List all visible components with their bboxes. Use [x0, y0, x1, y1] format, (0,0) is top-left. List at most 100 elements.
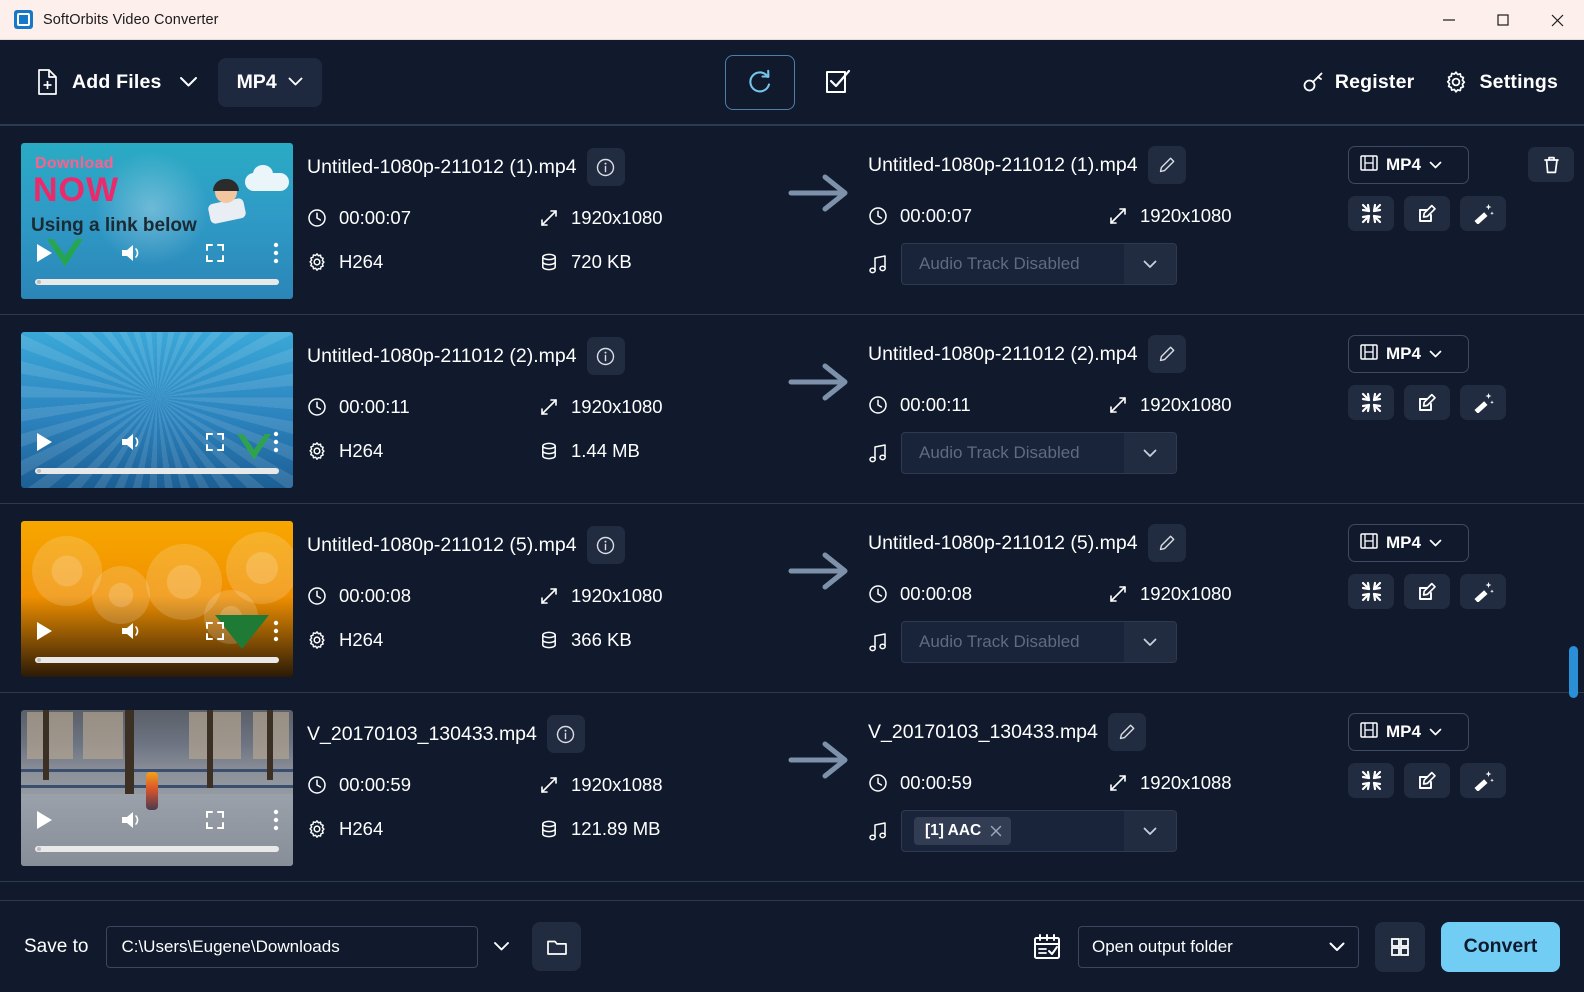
more-options-icon[interactable]	[273, 809, 279, 836]
settings-button[interactable]: Settings	[1444, 70, 1558, 94]
progress-bar[interactable]	[35, 846, 279, 852]
edit-button[interactable]	[1404, 763, 1450, 798]
register-button[interactable]: Register	[1302, 71, 1415, 94]
close-icon[interactable]	[1530, 0, 1584, 40]
info-button[interactable]	[586, 337, 625, 375]
rename-button[interactable]	[1107, 713, 1146, 751]
duration-value: 00:00:08	[339, 585, 412, 606]
more-options-icon[interactable]	[273, 242, 279, 269]
post-conversion-action-select[interactable]: Open output folder	[1078, 925, 1359, 968]
audio-track-select[interactable]: Audio Track Disabled	[901, 621, 1177, 663]
table-row[interactable]: Download NOW Using a link below Untitled…	[0, 126, 1584, 315]
fullscreen-icon[interactable]	[205, 243, 225, 268]
video-controls	[35, 809, 279, 836]
play-icon[interactable]	[35, 432, 53, 457]
remove-audio-track-close-icon[interactable]	[990, 825, 1002, 837]
rename-button[interactable]	[1147, 524, 1186, 562]
audio-track-chip[interactable]: [1] AAC	[914, 817, 1012, 845]
compress-button[interactable]	[1348, 763, 1394, 798]
output-format-selector[interactable]: MP4	[217, 57, 322, 107]
info-button[interactable]	[586, 148, 625, 186]
refresh-button[interactable]	[725, 54, 795, 110]
delete-button[interactable]	[1528, 147, 1574, 182]
info-button[interactable]	[546, 715, 585, 753]
gear-icon	[307, 819, 327, 839]
edit-button[interactable]	[1404, 574, 1450, 609]
volume-icon[interactable]	[121, 243, 143, 268]
table-row[interactable]: Untitled-1080p-211012 (5).mp4 00:00:08 1…	[0, 504, 1584, 693]
video-thumbnail[interactable]	[21, 332, 293, 488]
convert-button[interactable]: Convert	[1441, 921, 1560, 972]
gear-icon	[307, 252, 327, 272]
progress-bar[interactable]	[35, 657, 279, 663]
edit-button[interactable]	[1404, 385, 1450, 420]
volume-icon[interactable]	[121, 810, 143, 835]
row-action-stack: MP4	[1348, 713, 1506, 798]
enhance-magic-wand-button[interactable]	[1460, 763, 1506, 798]
select-all-checkbox-icon[interactable]	[817, 61, 859, 103]
row-format-select[interactable]: MP4	[1348, 524, 1469, 562]
maximize-icon[interactable]	[1476, 0, 1530, 40]
output-path-input[interactable]	[106, 925, 479, 968]
add-files-dropdown-chevron-down-icon[interactable]	[172, 65, 206, 99]
row-tool-buttons	[1348, 574, 1506, 609]
video-thumbnail-wrapper[interactable]	[21, 332, 293, 488]
compress-button[interactable]	[1348, 574, 1394, 609]
audio-track-select[interactable]: Audio Track Disabled	[901, 243, 1177, 285]
edit-button[interactable]	[1404, 196, 1450, 231]
codec-meta: H264	[307, 251, 539, 273]
audio-track-select[interactable]: [1] AAC	[901, 810, 1177, 852]
info-button[interactable]	[586, 526, 625, 564]
video-thumbnail[interactable]	[21, 521, 293, 677]
more-options-icon[interactable]	[273, 431, 279, 458]
minimize-icon[interactable]	[1422, 0, 1476, 40]
codec-value: H264	[339, 440, 384, 461]
chevron-down-icon[interactable]	[1124, 622, 1176, 662]
volume-icon[interactable]	[121, 621, 143, 646]
cloud-decoration	[245, 165, 289, 191]
video-thumbnail-wrapper[interactable]	[21, 710, 293, 866]
table-row[interactable]: Untitled-1080p-211012 (2).mp4 00:00:11 1…	[0, 315, 1584, 504]
row-format-select[interactable]: MP4	[1348, 146, 1469, 184]
chevron-down-icon[interactable]	[1124, 811, 1176, 851]
video-thumbnail-wrapper[interactable]: Download NOW Using a link below	[21, 143, 293, 299]
audio-track-value: Audio Track Disabled	[919, 632, 1080, 651]
table-row[interactable]: V_20170103_130433.mp4 00:00:59 1920x1088	[0, 693, 1584, 882]
progress-bar[interactable]	[35, 279, 279, 285]
fullscreen-icon[interactable]	[205, 621, 225, 646]
delete-slot	[1528, 146, 1574, 182]
compress-button[interactable]	[1348, 196, 1394, 231]
chevron-down-icon[interactable]	[1124, 244, 1176, 284]
schedule-calendar-icon[interactable]	[1032, 933, 1062, 961]
clock-icon	[868, 395, 888, 415]
row-format-select[interactable]: MP4	[1348, 713, 1469, 751]
row-tool-buttons	[1348, 385, 1506, 420]
video-thumbnail[interactable]	[21, 710, 293, 866]
play-icon[interactable]	[35, 243, 53, 268]
add-files-button[interactable]: Add Files	[26, 61, 172, 103]
chevron-down-icon[interactable]	[1124, 433, 1176, 473]
file-list[interactable]: Download NOW Using a link below Untitled…	[0, 125, 1584, 900]
fullscreen-icon[interactable]	[205, 432, 225, 457]
play-icon[interactable]	[35, 621, 53, 646]
progress-bar[interactable]	[35, 468, 279, 474]
row-format-select[interactable]: MP4	[1348, 335, 1469, 373]
browse-folder-button[interactable]	[532, 922, 582, 971]
path-history-chevron-down-icon[interactable]	[478, 926, 524, 968]
enhance-magic-wand-button[interactable]	[1460, 385, 1506, 420]
enhance-magic-wand-button[interactable]	[1460, 574, 1506, 609]
scrollbar-thumb[interactable]	[1569, 646, 1578, 698]
rename-button[interactable]	[1147, 146, 1186, 184]
volume-icon[interactable]	[121, 432, 143, 457]
rename-button[interactable]	[1147, 335, 1186, 373]
video-thumbnail[interactable]: Download NOW Using a link below	[21, 143, 293, 299]
fullscreen-icon[interactable]	[205, 810, 225, 835]
enhance-magic-wand-button[interactable]	[1460, 196, 1506, 231]
more-options-icon[interactable]	[273, 620, 279, 647]
batch-settings-grid-button[interactable]	[1375, 921, 1425, 972]
video-thumbnail-wrapper[interactable]	[21, 521, 293, 677]
audio-track-select[interactable]: Audio Track Disabled	[901, 432, 1177, 474]
compress-button[interactable]	[1348, 385, 1394, 420]
play-icon[interactable]	[35, 810, 53, 835]
list-scrollbar[interactable]	[1569, 126, 1578, 900]
